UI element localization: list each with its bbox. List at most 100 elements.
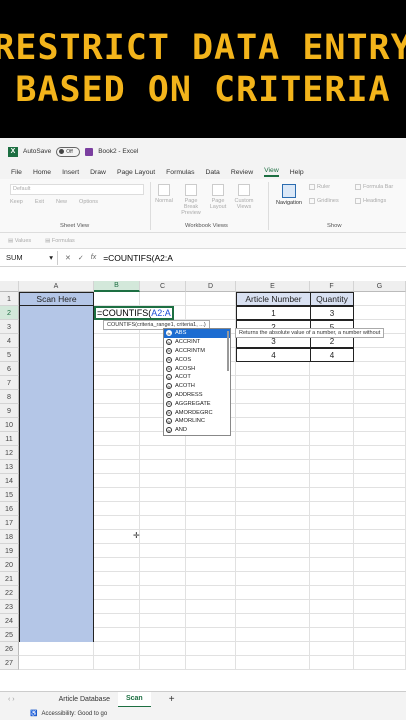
autocomplete-item-acos[interactable]: fx ACOS <box>164 355 230 364</box>
autocomplete-item-amorlinc[interactable]: fx AMORLINC <box>164 417 230 426</box>
active-cell-editor[interactable]: =COUNTIFS(A2:A <box>94 306 174 320</box>
autocomplete-item-amordegrc[interactable]: fx AMORDEGRC <box>164 408 230 417</box>
cell[interactable] <box>354 558 406 572</box>
cell[interactable] <box>94 586 140 600</box>
cell[interactable] <box>354 572 406 586</box>
cell[interactable] <box>354 292 406 306</box>
row-header-12[interactable]: 12 <box>0 446 19 460</box>
cell[interactable] <box>94 656 140 670</box>
row-header-6[interactable]: 6 <box>0 362 19 376</box>
function-icon[interactable]: fx <box>91 254 96 262</box>
cell[interactable] <box>140 558 186 572</box>
cell[interactable] <box>186 306 236 320</box>
cell[interactable] <box>186 460 236 474</box>
sheet-view-dropdown[interactable]: Default <box>10 184 144 195</box>
menu-tab-formulas[interactable]: Formulas <box>166 169 194 176</box>
cell[interactable] <box>236 432 310 446</box>
workbook-view-button-normal[interactable]: Normal <box>153 184 175 216</box>
cell[interactable] <box>94 404 140 418</box>
cell[interactable] <box>310 656 354 670</box>
cell[interactable] <box>140 474 186 488</box>
quick-formulas-button[interactable]: ▤ Formulas <box>45 238 75 244</box>
navigation-button[interactable]: Navigation <box>272 184 306 206</box>
workbook-view-button-page-break-preview[interactable]: Page Break Preview <box>178 184 204 216</box>
cell[interactable] <box>310 502 354 516</box>
cell[interactable] <box>236 516 310 530</box>
column-header-d[interactable]: D <box>186 281 236 292</box>
cell[interactable] <box>236 376 310 390</box>
row-header-15[interactable]: 15 <box>0 488 19 502</box>
cell[interactable] <box>310 586 354 600</box>
autocomplete-item-address[interactable]: fx ADDRESS <box>164 391 230 400</box>
row-header-3[interactable]: 3 <box>0 320 19 334</box>
cell[interactable] <box>186 488 236 502</box>
sheet-view-button-options[interactable]: Options <box>79 199 98 205</box>
row-header-26[interactable]: 26 <box>0 642 19 656</box>
worksheet-grid[interactable]: A B C D E F G 1 2 3 4 5 6 7 8 9 10 11 12 13 14 15 16 17 18 19 20 21… <box>0 281 406 691</box>
workbook-view-button-custom-views[interactable]: Custom Views <box>232 184 256 216</box>
row-header-4[interactable]: 4 <box>0 334 19 348</box>
cell[interactable] <box>236 530 310 544</box>
cell[interactable] <box>94 474 140 488</box>
cell[interactable] <box>94 362 140 376</box>
sheet-view-button-new[interactable]: New <box>56 199 67 205</box>
cell[interactable] <box>354 418 406 432</box>
cell[interactable] <box>354 390 406 404</box>
row-header-10[interactable]: 10 <box>0 418 19 432</box>
menu-tab-file[interactable]: File <box>11 169 22 176</box>
cell[interactable] <box>94 446 140 460</box>
row-header-5[interactable]: 5 <box>0 348 19 362</box>
cell[interactable] <box>186 530 236 544</box>
row-header-11[interactable]: 11 <box>0 432 19 446</box>
cell[interactable] <box>94 334 140 348</box>
show-formula-bar-checkbox[interactable]: Formula Bar <box>355 184 401 190</box>
show-ruler-checkbox[interactable]: Ruler <box>309 184 355 190</box>
cancel-icon[interactable]: ✕ <box>65 254 71 262</box>
name-box[interactable]: SUM ▾ <box>0 250 58 265</box>
cell[interactable] <box>236 390 310 404</box>
cell[interactable] <box>236 558 310 572</box>
cell[interactable] <box>310 362 354 376</box>
row-header-23[interactable]: 23 <box>0 600 19 614</box>
cell[interactable] <box>94 502 140 516</box>
cell[interactable] <box>236 404 310 418</box>
cell[interactable] <box>310 544 354 558</box>
cell[interactable] <box>236 586 310 600</box>
autocomplete-item-acosh[interactable]: fx ACOSH <box>164 364 230 373</box>
cell[interactable] <box>236 628 310 642</box>
row-header-1[interactable]: 1 <box>0 292 19 306</box>
cell[interactable] <box>236 446 310 460</box>
cell[interactable] <box>354 446 406 460</box>
row-header-25[interactable]: 25 <box>0 628 19 642</box>
cell[interactable] <box>310 572 354 586</box>
cell[interactable] <box>140 600 186 614</box>
cell[interactable] <box>186 292 236 306</box>
cell[interactable] <box>94 614 140 628</box>
cell[interactable] <box>186 586 236 600</box>
enter-icon[interactable]: ✓ <box>78 254 84 262</box>
cell[interactable] <box>310 418 354 432</box>
cell[interactable] <box>19 642 94 656</box>
cell[interactable] <box>354 600 406 614</box>
cell[interactable] <box>354 432 406 446</box>
autocomplete-item-aggregate[interactable]: fx AGGREGATE <box>164 399 230 408</box>
cell[interactable] <box>236 600 310 614</box>
cell[interactable] <box>186 544 236 558</box>
menu-tab-review[interactable]: Review <box>231 169 253 176</box>
column-header-g[interactable]: G <box>354 281 406 292</box>
cell[interactable] <box>186 656 236 670</box>
cell[interactable] <box>354 474 406 488</box>
cell[interactable] <box>94 376 140 390</box>
cell[interactable] <box>140 446 186 460</box>
row-header-18[interactable]: 18 <box>0 530 19 544</box>
cell[interactable] <box>310 474 354 488</box>
cell[interactable] <box>236 656 310 670</box>
scan-column-range[interactable] <box>19 306 94 642</box>
cell[interactable] <box>140 572 186 586</box>
column-header-b[interactable]: B <box>94 281 140 292</box>
cell[interactable] <box>94 558 140 572</box>
cell[interactable] <box>354 656 406 670</box>
cell[interactable] <box>186 446 236 460</box>
cell[interactable] <box>310 460 354 474</box>
row-header-27[interactable]: 27 <box>0 656 19 670</box>
